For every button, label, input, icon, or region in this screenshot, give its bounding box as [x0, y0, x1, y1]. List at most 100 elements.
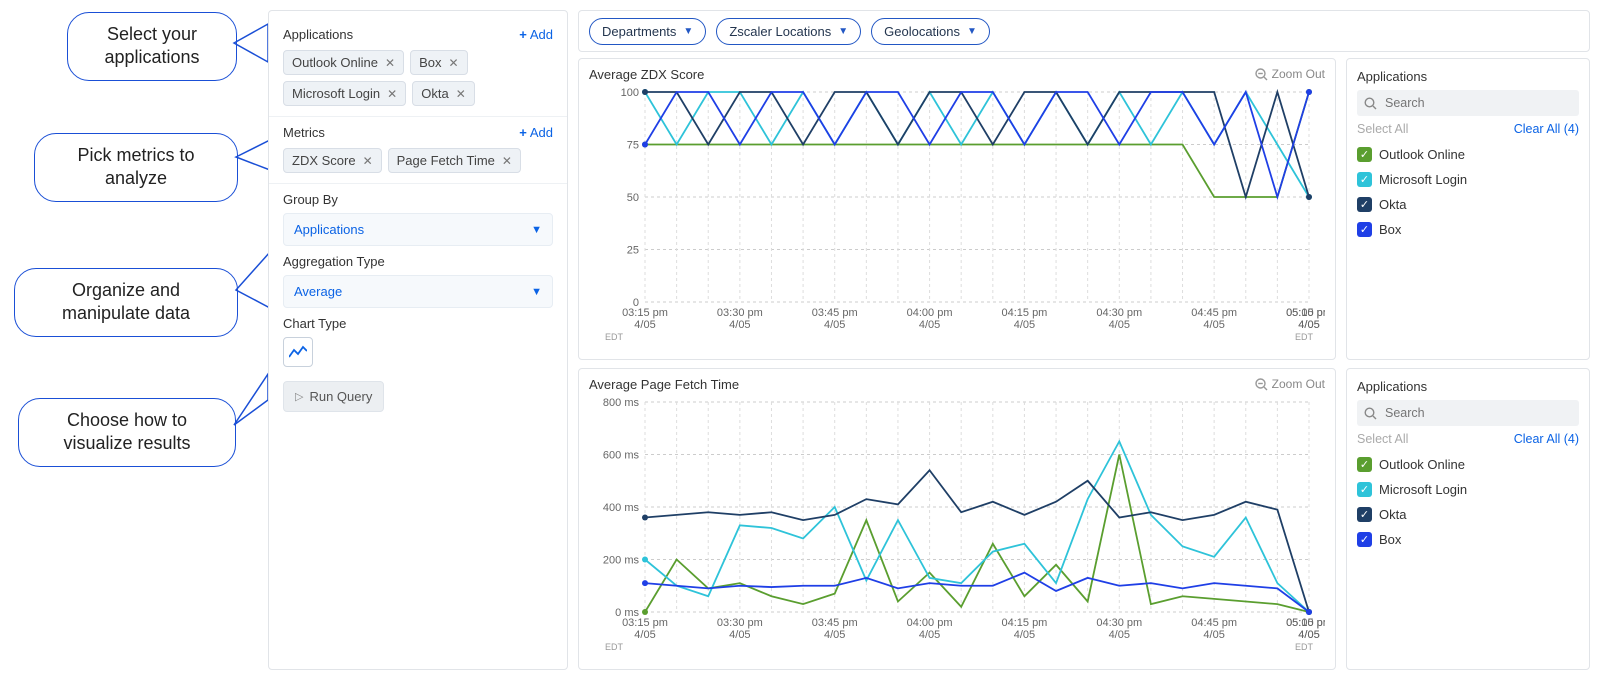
callout-viz: Choose how tovisualize results	[18, 398, 236, 467]
zoom-out-icon	[1255, 378, 1268, 391]
clear-all-button[interactable]: Clear All (4)	[1514, 122, 1579, 136]
pft-chart-panel: Average Page Fetch Time Zoom Out 0 ms200…	[578, 368, 1336, 670]
run-query-button[interactable]: ▷ Run Query	[283, 381, 384, 412]
legend-search[interactable]	[1357, 400, 1579, 426]
svg-text:04:15 pm: 04:15 pm	[1001, 617, 1047, 629]
chevron-down-icon: ▼	[531, 224, 542, 236]
groupby-select[interactable]: Applications ▼	[283, 213, 553, 246]
svg-text:03:45 pm: 03:45 pm	[812, 307, 858, 319]
svg-text:04:45 pm: 04:45 pm	[1191, 617, 1237, 629]
checkbox-icon[interactable]: ✓	[1357, 532, 1372, 547]
svg-text:4/05: 4/05	[1109, 629, 1130, 641]
svg-text:100: 100	[621, 87, 639, 99]
select-all-button[interactable]: Select All	[1357, 432, 1408, 446]
checkbox-icon[interactable]: ✓	[1357, 222, 1372, 237]
filter-pill[interactable]: Departments ▼	[589, 18, 706, 45]
app-chip[interactable]: Okta ✕	[412, 81, 475, 106]
aggregation-select[interactable]: Average ▼	[283, 275, 553, 308]
app-chip[interactable]: Outlook Online ✕	[283, 50, 404, 75]
checkbox-icon[interactable]: ✓	[1357, 172, 1372, 187]
metric-chip[interactable]: Page Fetch Time✕	[388, 148, 521, 173]
app-chip[interactable]: Microsoft Login✕	[283, 81, 406, 106]
svg-text:03:15 pm: 03:15 pm	[622, 307, 668, 319]
legend-item[interactable]: ✓Outlook Online	[1357, 452, 1579, 477]
chart-title: Average ZDX Score	[589, 67, 1325, 82]
legend-item[interactable]: ✓ Box	[1357, 217, 1579, 242]
remove-icon[interactable]: ✕	[448, 56, 458, 70]
add-application-button[interactable]: +Add	[519, 27, 553, 42]
checkbox-icon[interactable]: ✓	[1357, 457, 1372, 472]
legend-panel-zdx: ApplicationsSelect AllClear All (4)✓Outl…	[1346, 58, 1590, 360]
legend-search[interactable]	[1357, 90, 1579, 116]
metric-chip[interactable]: ZDX Score✕	[283, 148, 382, 173]
legend-search-input[interactable]	[1383, 95, 1572, 111]
svg-text:EDT: EDT	[605, 332, 624, 342]
svg-text:400 ms: 400 ms	[603, 502, 640, 514]
checkbox-icon[interactable]: ✓	[1357, 482, 1372, 497]
remove-icon[interactable]: ✕	[363, 154, 373, 168]
filter-label: Departments	[602, 24, 676, 39]
checkbox-icon[interactable]: ✓	[1357, 507, 1372, 522]
svg-text:4/05: 4/05	[824, 629, 845, 641]
legend-search-input[interactable]	[1383, 405, 1572, 421]
filter-pill[interactable]: Geolocations▼	[871, 18, 990, 45]
filter-bar: Departments▼Zscaler Locations▼Geolocatio…	[578, 10, 1590, 52]
remove-icon[interactable]: ✕	[456, 87, 466, 101]
legend-item[interactable]: ✓ Okta	[1357, 502, 1579, 527]
charttype-label: Chart Type	[283, 316, 553, 331]
legend-item[interactable]: ✓Okta	[1357, 192, 1579, 217]
pft-chart[interactable]: 0 ms200 ms400 ms600 ms800 ms03:15 pm4/05…	[589, 396, 1325, 660]
svg-text:25: 25	[627, 245, 639, 257]
legend-label: Okta	[1379, 507, 1406, 522]
svg-text:4/05: 4/05	[1014, 629, 1035, 641]
aggregation-value: Average	[294, 284, 342, 299]
line-chart-type-button[interactable]	[283, 337, 313, 367]
checkbox-icon[interactable]: ✓	[1357, 197, 1372, 212]
svg-text:4/05: 4/05	[1203, 319, 1224, 331]
chart-title: Average Page Fetch Time	[589, 377, 1325, 392]
zoom-out-button[interactable]: Zoom Out	[1255, 67, 1325, 81]
line-chart-icon	[289, 345, 307, 359]
zdx-chart[interactable]: 025507510003:15 pm4/0503:30 pm4/0503:45 …	[589, 86, 1325, 350]
chip-label: Okta	[421, 86, 448, 101]
svg-text:04:45 pm: 04:45 pm	[1191, 307, 1237, 319]
legend-panel-pft: ApplicationsSelect AllClear All (4)✓Outl…	[1346, 368, 1590, 670]
app-chip[interactable]: Box✕	[410, 50, 467, 75]
svg-text:50: 50	[627, 192, 639, 204]
legend-label: Box	[1379, 222, 1401, 237]
svg-text:4/05: 4/05	[824, 319, 845, 331]
svg-text:4/05: 4/05	[1298, 319, 1319, 331]
svg-text:03:15 pm: 03:15 pm	[622, 617, 668, 629]
applications-heading: Applications	[283, 27, 353, 42]
query-builder-panel: Applications +Add Outlook Online✕Box✕Mic…	[268, 10, 568, 670]
filter-pill[interactable]: Zscaler Locations▼	[716, 18, 861, 45]
legend-item[interactable]: ✓Outlook Online	[1357, 142, 1579, 167]
svg-text:800 ms: 800 ms	[603, 397, 640, 409]
select-all-button[interactable]: Select All	[1357, 122, 1408, 136]
zoom-out-icon	[1255, 68, 1268, 81]
legend-item[interactable]: ✓Box	[1357, 527, 1579, 552]
svg-text:600 ms: 600 ms	[603, 450, 640, 462]
chip-label: Outlook Online	[292, 55, 378, 70]
metrics-heading: Metrics	[283, 125, 325, 140]
checkbox-icon[interactable]: ✓	[1357, 147, 1372, 162]
svg-text:04:00 pm: 04:00 pm	[907, 617, 953, 629]
add-metric-button[interactable]: +Add	[519, 125, 553, 140]
svg-text:03:45 pm: 03:45 pm	[812, 617, 858, 629]
svg-text:04:00 pm: 04:00 pm	[907, 307, 953, 319]
filter-label: Zscaler Locations	[729, 24, 831, 39]
svg-text:03:30 pm: 03:30 pm	[717, 307, 763, 319]
zdx-chart-panel: Average ZDX Score Zoom Out 025507510003:…	[578, 58, 1336, 360]
zoom-out-button[interactable]: Zoom Out	[1255, 377, 1325, 391]
run-query-label: Run Query	[309, 389, 372, 404]
chevron-down-icon: ▼	[967, 26, 977, 37]
remove-icon[interactable]: ✕	[387, 87, 397, 101]
callout-text: Organize andmanipulate data	[62, 280, 190, 323]
legend-item[interactable]: ✓Microsoft Login	[1357, 477, 1579, 502]
groupby-value: Applications	[294, 222, 364, 237]
clear-all-button[interactable]: Clear All (4)	[1514, 432, 1579, 446]
legend-item[interactable]: ✓Microsoft Login	[1357, 167, 1579, 192]
chevron-down-icon: ▼	[683, 26, 693, 37]
remove-icon[interactable]: ✕	[502, 154, 512, 168]
remove-icon[interactable]: ✕	[385, 56, 395, 70]
